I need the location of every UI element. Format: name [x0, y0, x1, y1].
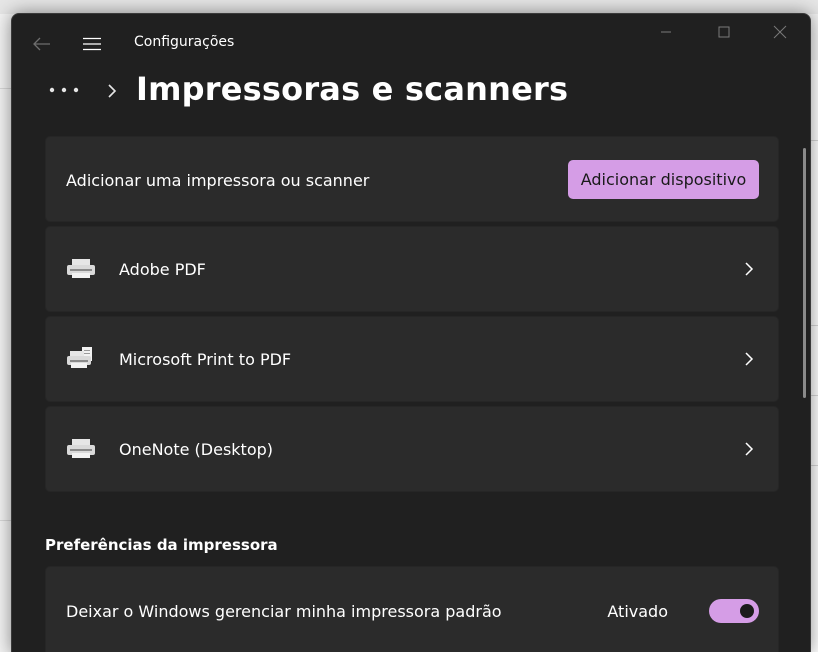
chevron-right-icon: [742, 259, 756, 279]
printer-name: OneNote (Desktop): [119, 440, 274, 459]
back-button[interactable]: [28, 30, 56, 58]
printer-icon: [67, 259, 95, 278]
breadcrumb-chevron-icon: [102, 80, 122, 102]
default-printer-label: Deixar o Windows gerenciar minha impress…: [66, 602, 502, 621]
breadcrumb: Impressoras e scanners: [12, 70, 810, 120]
printer-row-onenote-desktop[interactable]: OneNote (Desktop): [45, 406, 779, 492]
add-printer-card: Adicionar uma impressora ou scanner Adic…: [45, 136, 779, 222]
printer-name: Microsoft Print to PDF: [119, 350, 292, 369]
printer-row-adobe-pdf[interactable]: Adobe PDF: [45, 226, 779, 312]
title-bar: Configurações: [12, 14, 810, 70]
printer-name: Adobe PDF: [119, 260, 206, 279]
printer-row-microsoft-print-to-pdf[interactable]: Microsoft Print to PDF: [45, 316, 779, 402]
close-icon: [773, 25, 787, 39]
settings-window: Configurações Impressoras e scanners Adi…: [11, 13, 811, 652]
maximize-button[interactable]: [704, 20, 744, 44]
add-printer-label: Adicionar uma impressora ou scanner: [66, 171, 370, 190]
app-title: Configurações: [134, 34, 235, 50]
default-printer-setting-card: Deixar o Windows gerenciar minha impress…: [45, 566, 779, 652]
page-title: Impressoras e scanners: [136, 70, 569, 108]
breadcrumb-more-button[interactable]: [46, 78, 82, 102]
add-device-button[interactable]: Adicionar dispositivo: [568, 160, 759, 199]
section-title-printer-preferences: Preferências da impressora: [45, 536, 278, 554]
more-dots-icon: [49, 87, 79, 93]
close-button[interactable]: [760, 20, 800, 44]
scrollbar[interactable]: [803, 148, 806, 398]
toggle-knob: [740, 604, 754, 618]
default-printer-toggle[interactable]: [709, 599, 759, 623]
minimize-icon: [661, 31, 671, 33]
minimize-button[interactable]: [646, 20, 686, 44]
printer-icon: [67, 439, 95, 458]
chevron-right-icon: [742, 439, 756, 459]
chevron-right-icon: [742, 349, 756, 369]
printer-paper-icon: [67, 347, 92, 368]
navigation-menu-button[interactable]: [78, 30, 106, 58]
background-titlebar: [0, 0, 818, 14]
maximize-icon: [718, 26, 730, 38]
toggle-state-label: Ativado: [607, 602, 668, 621]
hamburger-menu-icon: [83, 37, 101, 51]
back-arrow-icon: [33, 37, 50, 51]
